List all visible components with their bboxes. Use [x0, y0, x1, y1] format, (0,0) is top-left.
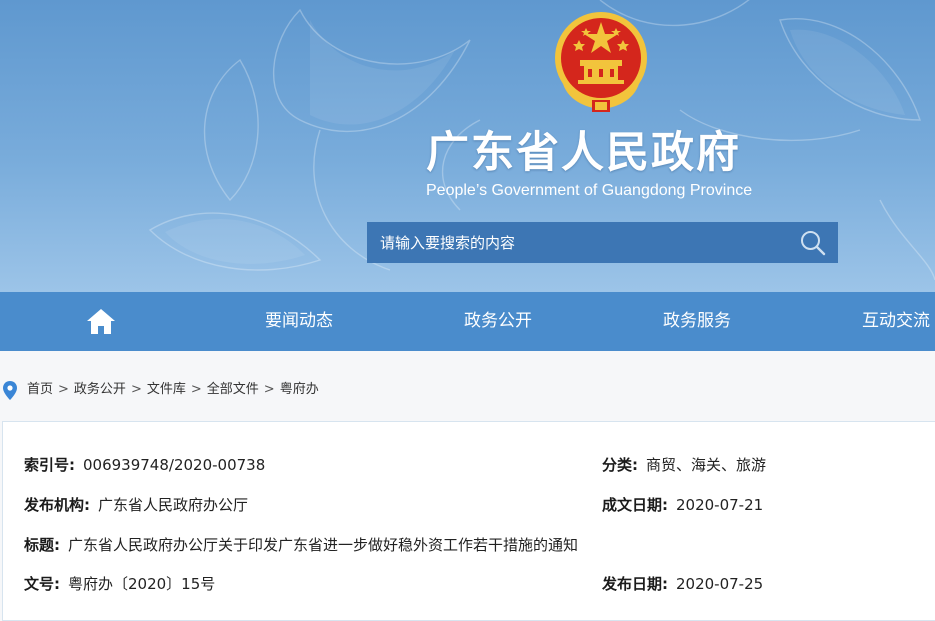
meta-value: 2020-07-25	[676, 575, 764, 593]
breadcrumb-separator: >	[58, 382, 69, 397]
meta-written-date: 成文日期: 2020-07-21	[602, 494, 763, 515]
meta-index-no: 索引号: 006939748/2020-00738	[24, 454, 265, 475]
location-pin-icon	[3, 381, 17, 400]
national-emblem	[555, 12, 647, 112]
meta-label: 索引号:	[24, 456, 75, 474]
search-bar	[367, 222, 838, 263]
breadcrumb: 首页 > 政务公开 > 文件库 > 全部文件 > 粤府办	[0, 372, 935, 408]
breadcrumb-gov-affairs[interactable]: 政务公开	[74, 382, 126, 397]
breadcrumb-file-library[interactable]: 文件库	[147, 382, 186, 397]
meta-label: 标题:	[24, 536, 60, 554]
meta-label: 发布机构:	[24, 496, 90, 514]
nav-item-news[interactable]: 要闻动态	[265, 292, 333, 351]
meta-label: 成文日期:	[602, 496, 668, 514]
meta-value: 广东省人民政府办公厅关于印发广东省进一步做好稳外资工作若干措施的通知	[68, 536, 579, 554]
document-metadata-panel: 索引号: 006939748/2020-00738 分类: 商贸、海关、旅游 发布机…	[2, 421, 935, 621]
search-input[interactable]	[367, 222, 787, 263]
header-banner: 广东省人民政府 People’s Government of Guangdong…	[0, 0, 935, 292]
meta-doc-no: 文号: 粤府办〔2020〕15号	[24, 573, 215, 594]
breadcrumb-all-files[interactable]: 全部文件	[207, 382, 259, 397]
main-navigation: 要闻动态 政务公开 政务服务 互动交流	[0, 292, 935, 351]
meta-label: 分类:	[602, 456, 638, 474]
meta-value: 006939748/2020-00738	[83, 456, 266, 474]
meta-publish-date: 发布日期: 2020-07-25	[602, 573, 763, 594]
meta-value: 粤府办〔2020〕15号	[68, 575, 216, 593]
meta-label: 发布日期:	[602, 575, 668, 593]
breadcrumb-yuefuban[interactable]: 粤府办	[280, 382, 319, 397]
meta-value: 商贸、海关、旅游	[646, 456, 767, 474]
meta-value: 2020-07-21	[676, 496, 764, 514]
site-title: 广东省人民政府	[426, 128, 741, 178]
meta-title: 标题: 广东省人民政府办公厅关于印发广东省进一步做好稳外资工作若干措施的通知	[24, 534, 578, 555]
breadcrumb-separator: >	[130, 382, 142, 397]
site-subtitle: People’s Government of Guangdong Provinc…	[426, 182, 753, 199]
breadcrumb-separator: >	[263, 382, 275, 397]
breadcrumb-separator: >	[190, 382, 202, 397]
breadcrumb-home[interactable]: 首页	[27, 382, 53, 397]
home-icon[interactable]	[86, 307, 116, 335]
meta-issuer: 发布机构: 广东省人民政府办公厅	[24, 494, 248, 515]
search-icon[interactable]	[800, 230, 826, 256]
meta-label: 文号:	[24, 575, 60, 593]
nav-item-gov-affairs[interactable]: 政务公开	[464, 292, 532, 351]
nav-item-interaction[interactable]: 互动交流	[862, 292, 930, 351]
meta-category: 分类: 商贸、海关、旅游	[602, 454, 766, 475]
nav-item-services[interactable]: 政务服务	[663, 292, 731, 351]
meta-value: 广东省人民政府办公厅	[98, 496, 249, 514]
